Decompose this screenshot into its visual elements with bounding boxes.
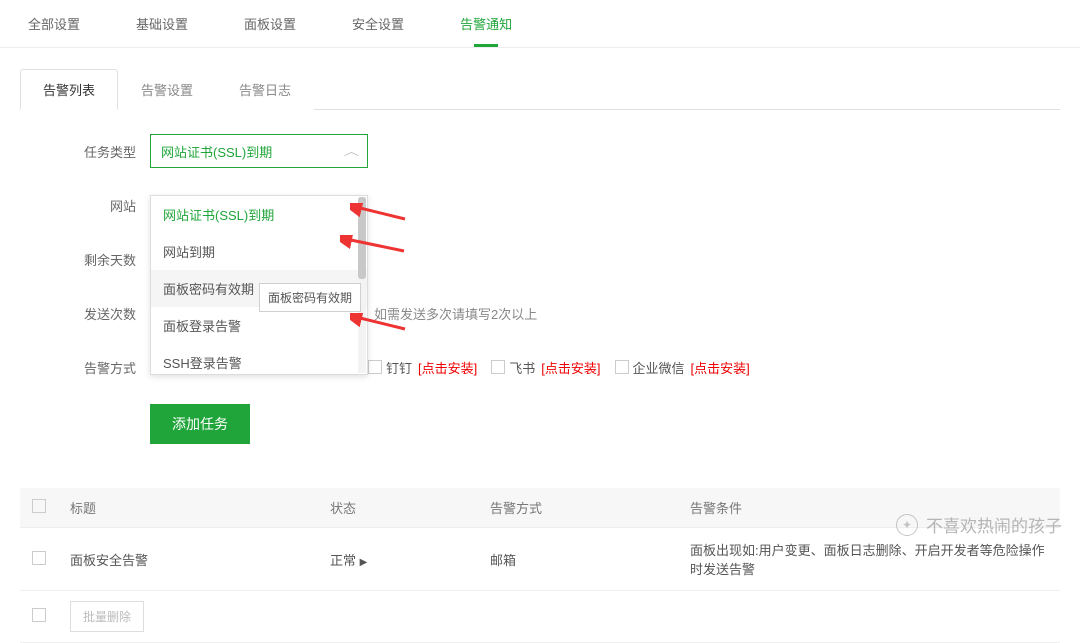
th-method: 告警方式 <box>478 488 678 528</box>
cell-status[interactable]: 正常 ▶ <box>318 528 478 591</box>
alert-form: 任务类型 网站证书(SSL)到期 ︿ 网站 网站证书(SSL)到期 网站到期 面… <box>20 110 1060 482</box>
top-nav: 全部设置 基础设置 面板设置 安全设置 告警通知 <box>0 0 1080 48</box>
label-feishu: 飞书 <box>509 358 535 377</box>
dd-item-site-expire[interactable]: 网站到期 <box>151 233 367 270</box>
scrollbar-thumb[interactable] <box>358 197 366 279</box>
checkbox-footer[interactable] <box>32 608 46 622</box>
nav-alert-notify[interactable]: 告警通知 <box>432 0 540 47</box>
task-type-value: 网站证书(SSL)到期 <box>161 142 272 161</box>
chevron-up-icon: ︿ <box>344 143 359 159</box>
cell-title: 面板安全告警 <box>58 528 318 591</box>
checkbox-feishu[interactable] <box>491 360 505 374</box>
install-wecom-link[interactable]: [点击安装] <box>691 358 750 377</box>
send-count-hint: 如需发送多次请填写2次以上 <box>374 304 537 323</box>
checkbox-row[interactable] <box>32 551 46 565</box>
wechat-icon: ✦ <box>896 514 918 536</box>
dd-item-panel-login[interactable]: 面板登录告警 <box>151 307 367 344</box>
tab-alert-list[interactable]: 告警列表 <box>20 69 118 110</box>
install-feishu-link[interactable]: [点击安装] <box>541 358 600 377</box>
sub-tabs: 告警列表 告警设置 告警日志 <box>20 68 1060 110</box>
label-wecom: 企业微信 <box>633 358 685 377</box>
install-dingtalk-link[interactable]: [点击安装] <box>418 358 477 377</box>
dd-tooltip: 面板密码有效期 <box>259 283 361 312</box>
label-dingtalk: 钉钉 <box>386 358 412 377</box>
task-type-dropdown[interactable]: 网站证书(SSL)到期 网站到期 面板密码有效期 面板登录告警 SSH登录告警 … <box>150 195 368 375</box>
nav-basic-settings[interactable]: 基础设置 <box>108 0 216 47</box>
dd-item-ssh-login[interactable]: SSH登录告警 <box>151 344 367 374</box>
nav-panel-settings[interactable]: 面板设置 <box>216 0 324 47</box>
nav-all-settings[interactable]: 全部设置 <box>0 0 108 47</box>
tab-alert-settings[interactable]: 告警设置 <box>118 69 216 110</box>
checkbox-dingtalk[interactable] <box>368 360 382 374</box>
checkbox-all[interactable] <box>32 499 46 513</box>
watermark: ✦ 不喜欢热闹的孩子 <box>896 512 1062 537</box>
tab-alert-log[interactable]: 告警日志 <box>216 69 314 110</box>
checkbox-wecom[interactable] <box>615 360 629 374</box>
watermark-text: 不喜欢热闹的孩子 <box>926 512 1062 537</box>
batch-delete-button[interactable]: 批量删除 <box>70 601 144 632</box>
th-title: 标题 <box>58 488 318 528</box>
cell-method: 邮箱 <box>478 528 678 591</box>
play-icon: ▶ <box>360 557 368 568</box>
nav-security-settings[interactable]: 安全设置 <box>324 0 432 47</box>
label-send-count: 发送次数 <box>80 304 150 323</box>
th-status: 状态 <box>318 488 478 528</box>
dd-item-ssl-expire[interactable]: 网站证书(SSL)到期 <box>151 196 367 233</box>
add-task-button[interactable]: 添加任务 <box>150 404 250 444</box>
label-days-left: 剩余天数 <box>80 250 150 269</box>
label-alert-method: 告警方式 <box>80 358 150 377</box>
task-type-select[interactable]: 网站证书(SSL)到期 ︿ <box>150 134 368 168</box>
label-site: 网站 <box>80 196 150 215</box>
label-task-type: 任务类型 <box>80 142 150 161</box>
